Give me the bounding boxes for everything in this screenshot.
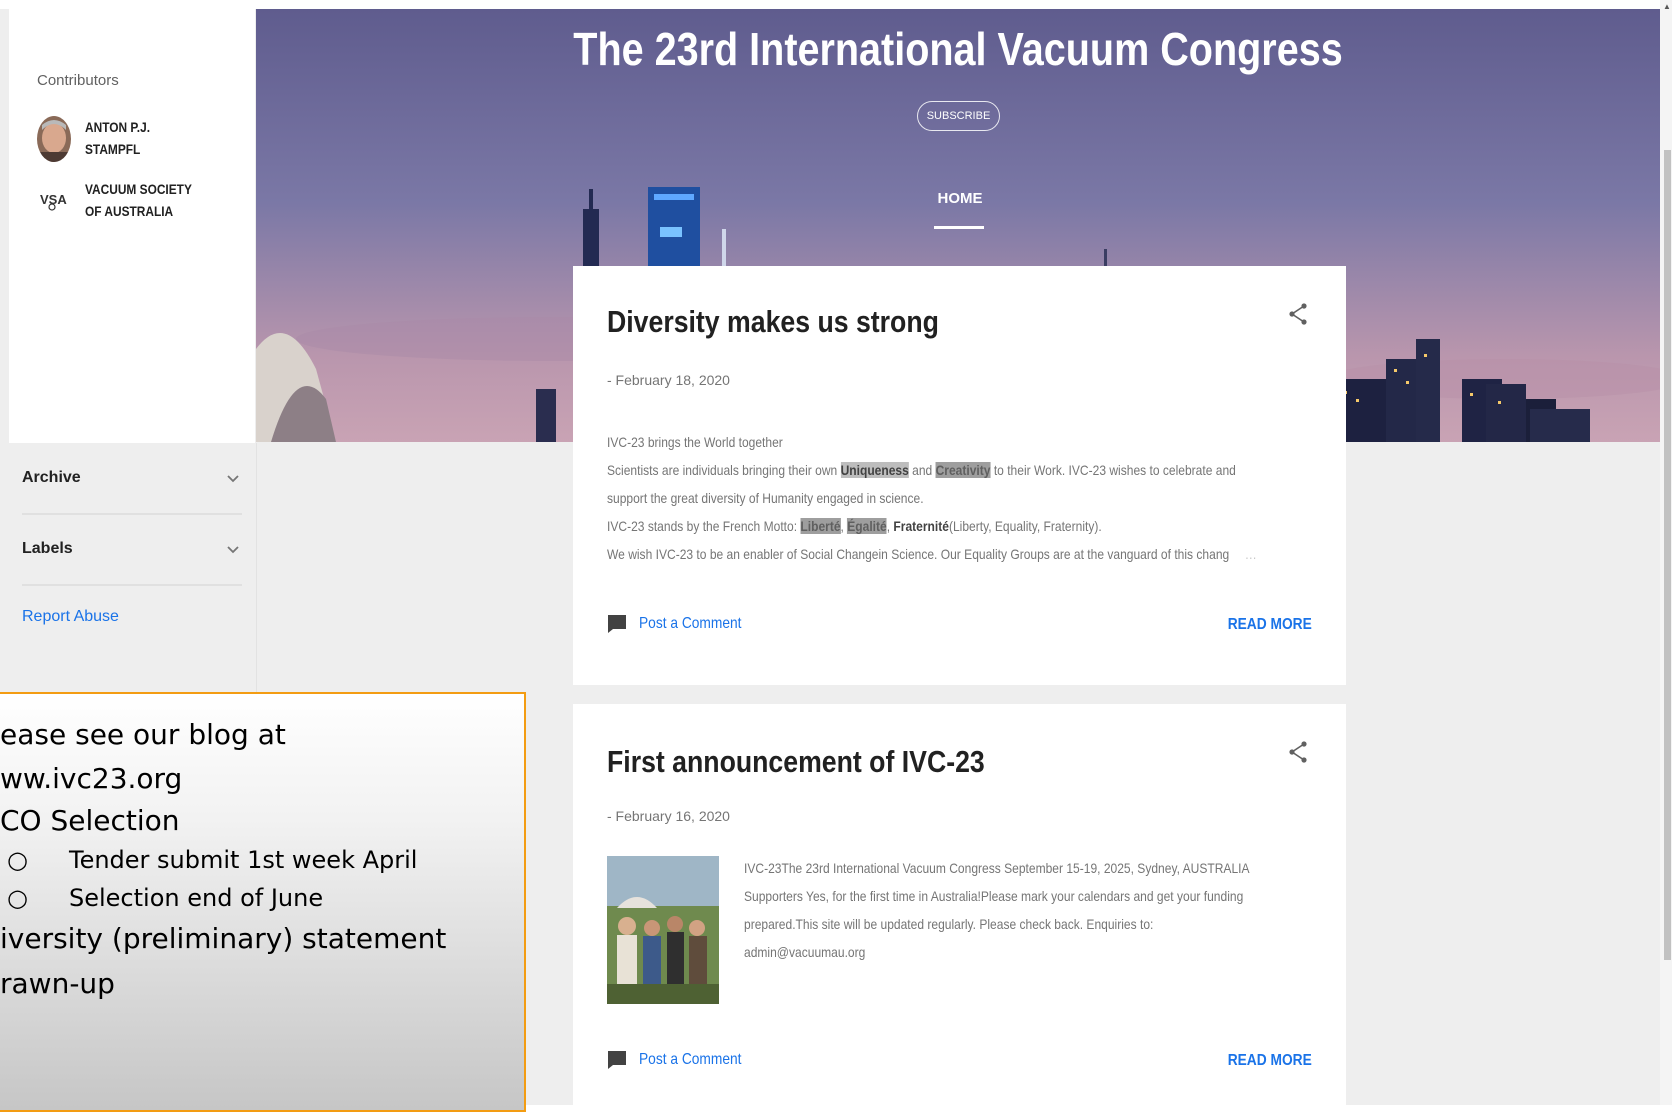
contributor-vsa[interactable]: VSA VACUUM SOCIETY OF AUSTRALIA	[37, 178, 215, 224]
labels-label: Labels	[22, 540, 73, 557]
circle-bullet-icon: ○	[7, 884, 28, 912]
chevron-down-icon	[227, 546, 239, 554]
post-snippet: IVC-23 brings the World together Scienti…	[607, 428, 1269, 568]
active-tab-indicator	[934, 226, 984, 229]
vsa-logo: VSA	[37, 178, 71, 224]
post-snippet: IVC-23The 23rd International Vacuum Cong…	[744, 854, 1277, 966]
note-line: ww.ivc23.org	[0, 762, 183, 795]
top-edge	[0, 0, 1672, 9]
post-comment-link[interactable]: Post a Comment	[607, 614, 758, 634]
note-line: CO Selection	[0, 804, 180, 837]
comment-icon	[608, 1051, 626, 1069]
post-thumbnail[interactable]	[607, 856, 719, 1004]
contributor-anton[interactable]: ANTON P.J. STAMPFL	[37, 116, 215, 162]
snippet-line: admin@vacuumau.org	[744, 944, 866, 960]
note-line: ease see our blog at	[0, 718, 286, 751]
snippet-line: We wish IVC-23 to be an enabler of Socia…	[607, 546, 1257, 562]
share-icon[interactable]	[1287, 740, 1309, 764]
comment-label: Post a Comment	[639, 1051, 742, 1068]
scrollbar-thumb[interactable]	[1664, 150, 1671, 960]
labels-dropdown[interactable]: Labels	[22, 514, 242, 586]
report-abuse-link[interactable]: Report Abuse	[22, 608, 119, 626]
snippet-line: Scientists are individuals bringing thei…	[607, 462, 1236, 478]
archive-label: Archive	[22, 469, 81, 486]
post-title[interactable]: First announcement of IVC-23	[607, 744, 985, 780]
snippet-line: prepared.This site will be updated regul…	[744, 916, 1154, 932]
note-line: rawn-up	[0, 967, 115, 1000]
snippet-line: support the great diversity of Humanity …	[607, 490, 924, 506]
read-more-button[interactable]: READ MORE	[1228, 1052, 1312, 1070]
post-comment-link[interactable]: Post a Comment	[607, 1050, 758, 1070]
note-bullet: ○ Selection end of June	[7, 884, 324, 912]
comment-icon	[608, 615, 626, 633]
share-icon[interactable]	[1287, 302, 1309, 326]
contributors-title: Contributors	[37, 72, 119, 89]
archive-dropdown[interactable]: Archive	[22, 443, 242, 515]
note-bullet: ○ Tender submit 1st week April	[7, 846, 418, 874]
avatar	[37, 116, 71, 162]
snippet-line: Supporters Yes, for the first time in Au…	[744, 888, 1244, 904]
note-line: iversity (preliminary) statement	[0, 922, 447, 955]
snippet-line: IVC-23 brings the World together	[607, 434, 783, 450]
read-more-button[interactable]: READ MORE	[1228, 616, 1312, 634]
scroll-up-arrow-icon[interactable]: ▲	[1663, 2, 1671, 11]
snippet-line: IVC-23The 23rd International Vacuum Cong…	[744, 860, 1250, 876]
contributor-name[interactable]: ANTON P.J. STAMPFL	[85, 116, 196, 160]
comment-label: Post a Comment	[639, 615, 742, 632]
slide-note-box: ease see our blog at ww.ivc23.org CO Sel…	[0, 692, 526, 1112]
post-card: First announcement of IVC-23 - February …	[573, 704, 1346, 1105]
contributor-name[interactable]: VACUUM SOCIETY OF AUSTRALIA	[85, 178, 196, 222]
subscribe-button[interactable]: SUBSCRIBE	[917, 101, 1000, 131]
nav-home-tab[interactable]: HOME	[915, 190, 1005, 207]
post-date: - February 18, 2020	[607, 372, 730, 388]
post-card: Diversity makes us strong - February 18,…	[573, 266, 1346, 685]
chevron-down-icon	[227, 475, 239, 483]
snippet-line: IVC-23 stands by the French Motto: Liber…	[607, 518, 1102, 534]
circle-bullet-icon: ○	[7, 846, 28, 874]
post-date: - February 16, 2020	[607, 808, 730, 824]
post-title[interactable]: Diversity makes us strong	[607, 304, 939, 340]
blog-title[interactable]: The 23rd International Vacuum Congress	[354, 22, 1561, 76]
